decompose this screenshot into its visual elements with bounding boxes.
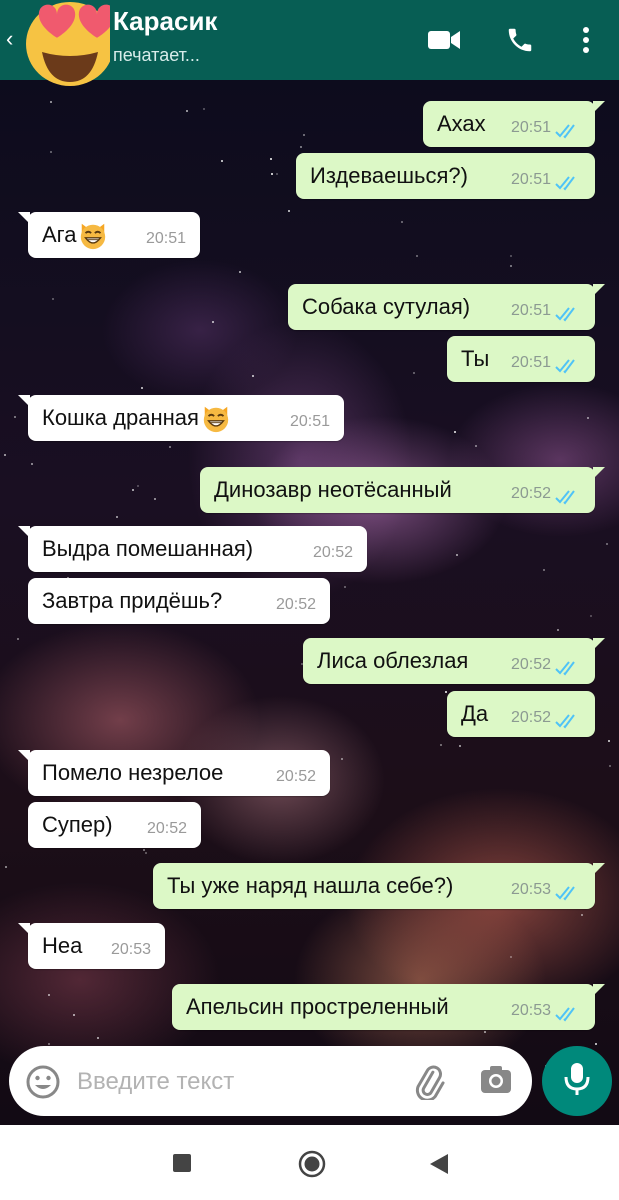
message-text: Выдра помешанная) bbox=[42, 536, 254, 561]
message-text: Ты bbox=[461, 346, 490, 371]
message-time: 20:51 bbox=[510, 354, 551, 371]
double-check-icon bbox=[555, 881, 581, 907]
bubble-tail bbox=[18, 750, 30, 762]
mic-icon bbox=[564, 1062, 590, 1101]
message-text: Лиса облезлая bbox=[317, 648, 469, 673]
bubble-tail bbox=[593, 638, 605, 650]
bubble-tail bbox=[593, 101, 605, 113]
message-time: 20:52 bbox=[146, 820, 187, 837]
message-text: Динозавр неотёсанный bbox=[214, 477, 452, 502]
wallpaper-star bbox=[48, 1043, 50, 1045]
bubble-tail bbox=[18, 212, 30, 224]
message-text: Апельсин простреленный bbox=[186, 994, 449, 1019]
outgoing-message[interactable]: Ты 20:51 bbox=[447, 336, 595, 382]
message-list[interactable]: Ахах 20:51 Издеваешься?) 20:51 Ага 20:51 Собак… bbox=[0, 80, 619, 1040]
emoji-icon[interactable] bbox=[25, 1064, 61, 1105]
outgoing-message[interactable]: Ты уже наряд нашла себе?) 20:53 bbox=[153, 863, 605, 909]
system-nav-bar bbox=[0, 1125, 619, 1200]
more-vert-icon[interactable] bbox=[566, 20, 606, 60]
bubble-tail bbox=[593, 984, 605, 996]
message-text: Неа bbox=[42, 933, 83, 958]
outgoing-message[interactable]: Да 20:52 bbox=[447, 691, 595, 737]
double-check-icon bbox=[555, 354, 581, 380]
back-arrow-icon[interactable]: ‹ bbox=[6, 26, 13, 52]
grinning-cat-emoji bbox=[201, 403, 231, 433]
message-time: 20:53 bbox=[510, 1002, 551, 1019]
bubble-tail bbox=[18, 923, 30, 935]
message-time: 20:53 bbox=[510, 881, 551, 898]
message-input-placeholder[interactable]: Введите текст bbox=[77, 1068, 234, 1096]
outgoing-message[interactable]: Апельсин простреленный 20:53 bbox=[172, 984, 605, 1030]
incoming-message[interactable]: Кошка дранная 20:51 bbox=[18, 395, 344, 441]
message-text: Помело незрелое bbox=[42, 760, 224, 785]
bubble-tail bbox=[18, 526, 30, 538]
camera-icon[interactable] bbox=[479, 1063, 513, 1102]
message-text: Издеваешься?) bbox=[310, 163, 468, 188]
message-time: 20:52 bbox=[510, 656, 551, 673]
message-text: Ага bbox=[42, 222, 77, 247]
wallpaper-star bbox=[595, 1043, 597, 1045]
message-time: 20:53 bbox=[110, 941, 151, 958]
grinning-cat-emoji bbox=[78, 220, 108, 250]
message-time: 20:52 bbox=[275, 768, 316, 785]
incoming-message[interactable]: Выдра помешанная) 20:52 bbox=[18, 526, 367, 572]
message-text: Да bbox=[461, 701, 489, 726]
incoming-message[interactable]: Ага 20:51 bbox=[18, 212, 200, 258]
message-time: 20:51 bbox=[145, 230, 186, 247]
incoming-message[interactable]: Завтра придёшь? 20:52 bbox=[28, 578, 330, 624]
double-check-icon bbox=[555, 485, 581, 511]
message-text: Ты уже наряд нашла себе?) bbox=[167, 873, 454, 898]
bubble-tail bbox=[18, 395, 30, 407]
nav-circle-icon[interactable] bbox=[298, 1150, 326, 1183]
nav-back-triangle-icon[interactable] bbox=[430, 1154, 448, 1179]
message-text: Кошка дранная bbox=[42, 405, 199, 430]
phone-icon[interactable] bbox=[500, 20, 540, 60]
double-check-icon bbox=[555, 709, 581, 735]
message-time: 20:51 bbox=[510, 119, 551, 136]
double-check-icon bbox=[555, 119, 581, 145]
outgoing-message[interactable]: Издеваешься?) 20:51 bbox=[296, 153, 595, 199]
incoming-message[interactable]: Неа 20:53 bbox=[18, 923, 165, 969]
attach-icon[interactable] bbox=[409, 1062, 445, 1105]
double-check-icon bbox=[555, 302, 581, 328]
outgoing-message[interactable]: Ахах 20:51 bbox=[423, 101, 605, 147]
message-time: 20:52 bbox=[510, 485, 551, 502]
message-text: Ахах bbox=[437, 111, 486, 136]
message-text: Супер) bbox=[42, 812, 113, 837]
message-time: 20:51 bbox=[510, 302, 551, 319]
outgoing-message[interactable]: Лиса облезлая 20:52 bbox=[303, 638, 605, 684]
message-text: Завтра придёшь? bbox=[42, 588, 223, 613]
message-input-bar[interactable]: Введите текст bbox=[9, 1046, 532, 1116]
double-check-icon bbox=[555, 1002, 581, 1028]
typing-status: печатает... bbox=[113, 45, 200, 65]
outgoing-message[interactable]: Собака сутулая) 20:51 bbox=[288, 284, 605, 330]
double-check-icon bbox=[555, 171, 581, 197]
bubble-tail bbox=[593, 467, 605, 479]
incoming-message[interactable]: Помело незрелое 20:52 bbox=[18, 750, 330, 796]
heart-eyes-emoji-avatar[interactable] bbox=[14, 0, 116, 88]
message-time: 20:52 bbox=[275, 596, 316, 613]
video-call-icon[interactable] bbox=[424, 20, 464, 60]
mic-button[interactable] bbox=[542, 1046, 612, 1116]
message-time: 20:51 bbox=[510, 171, 551, 188]
message-time: 20:52 bbox=[510, 709, 551, 726]
nav-square-icon[interactable] bbox=[173, 1154, 191, 1177]
contact-name[interactable]: Карасик bbox=[113, 6, 217, 37]
message-time: 20:52 bbox=[312, 544, 353, 561]
bubble-tail bbox=[593, 284, 605, 296]
incoming-message[interactable]: Супер) 20:52 bbox=[28, 802, 201, 848]
message-time: 20:51 bbox=[289, 413, 330, 430]
message-text: Собака сутулая) bbox=[302, 294, 471, 319]
bubble-tail bbox=[593, 863, 605, 875]
outgoing-message[interactable]: Динозавр неотёсанный 20:52 bbox=[200, 467, 605, 513]
double-check-icon bbox=[555, 656, 581, 682]
